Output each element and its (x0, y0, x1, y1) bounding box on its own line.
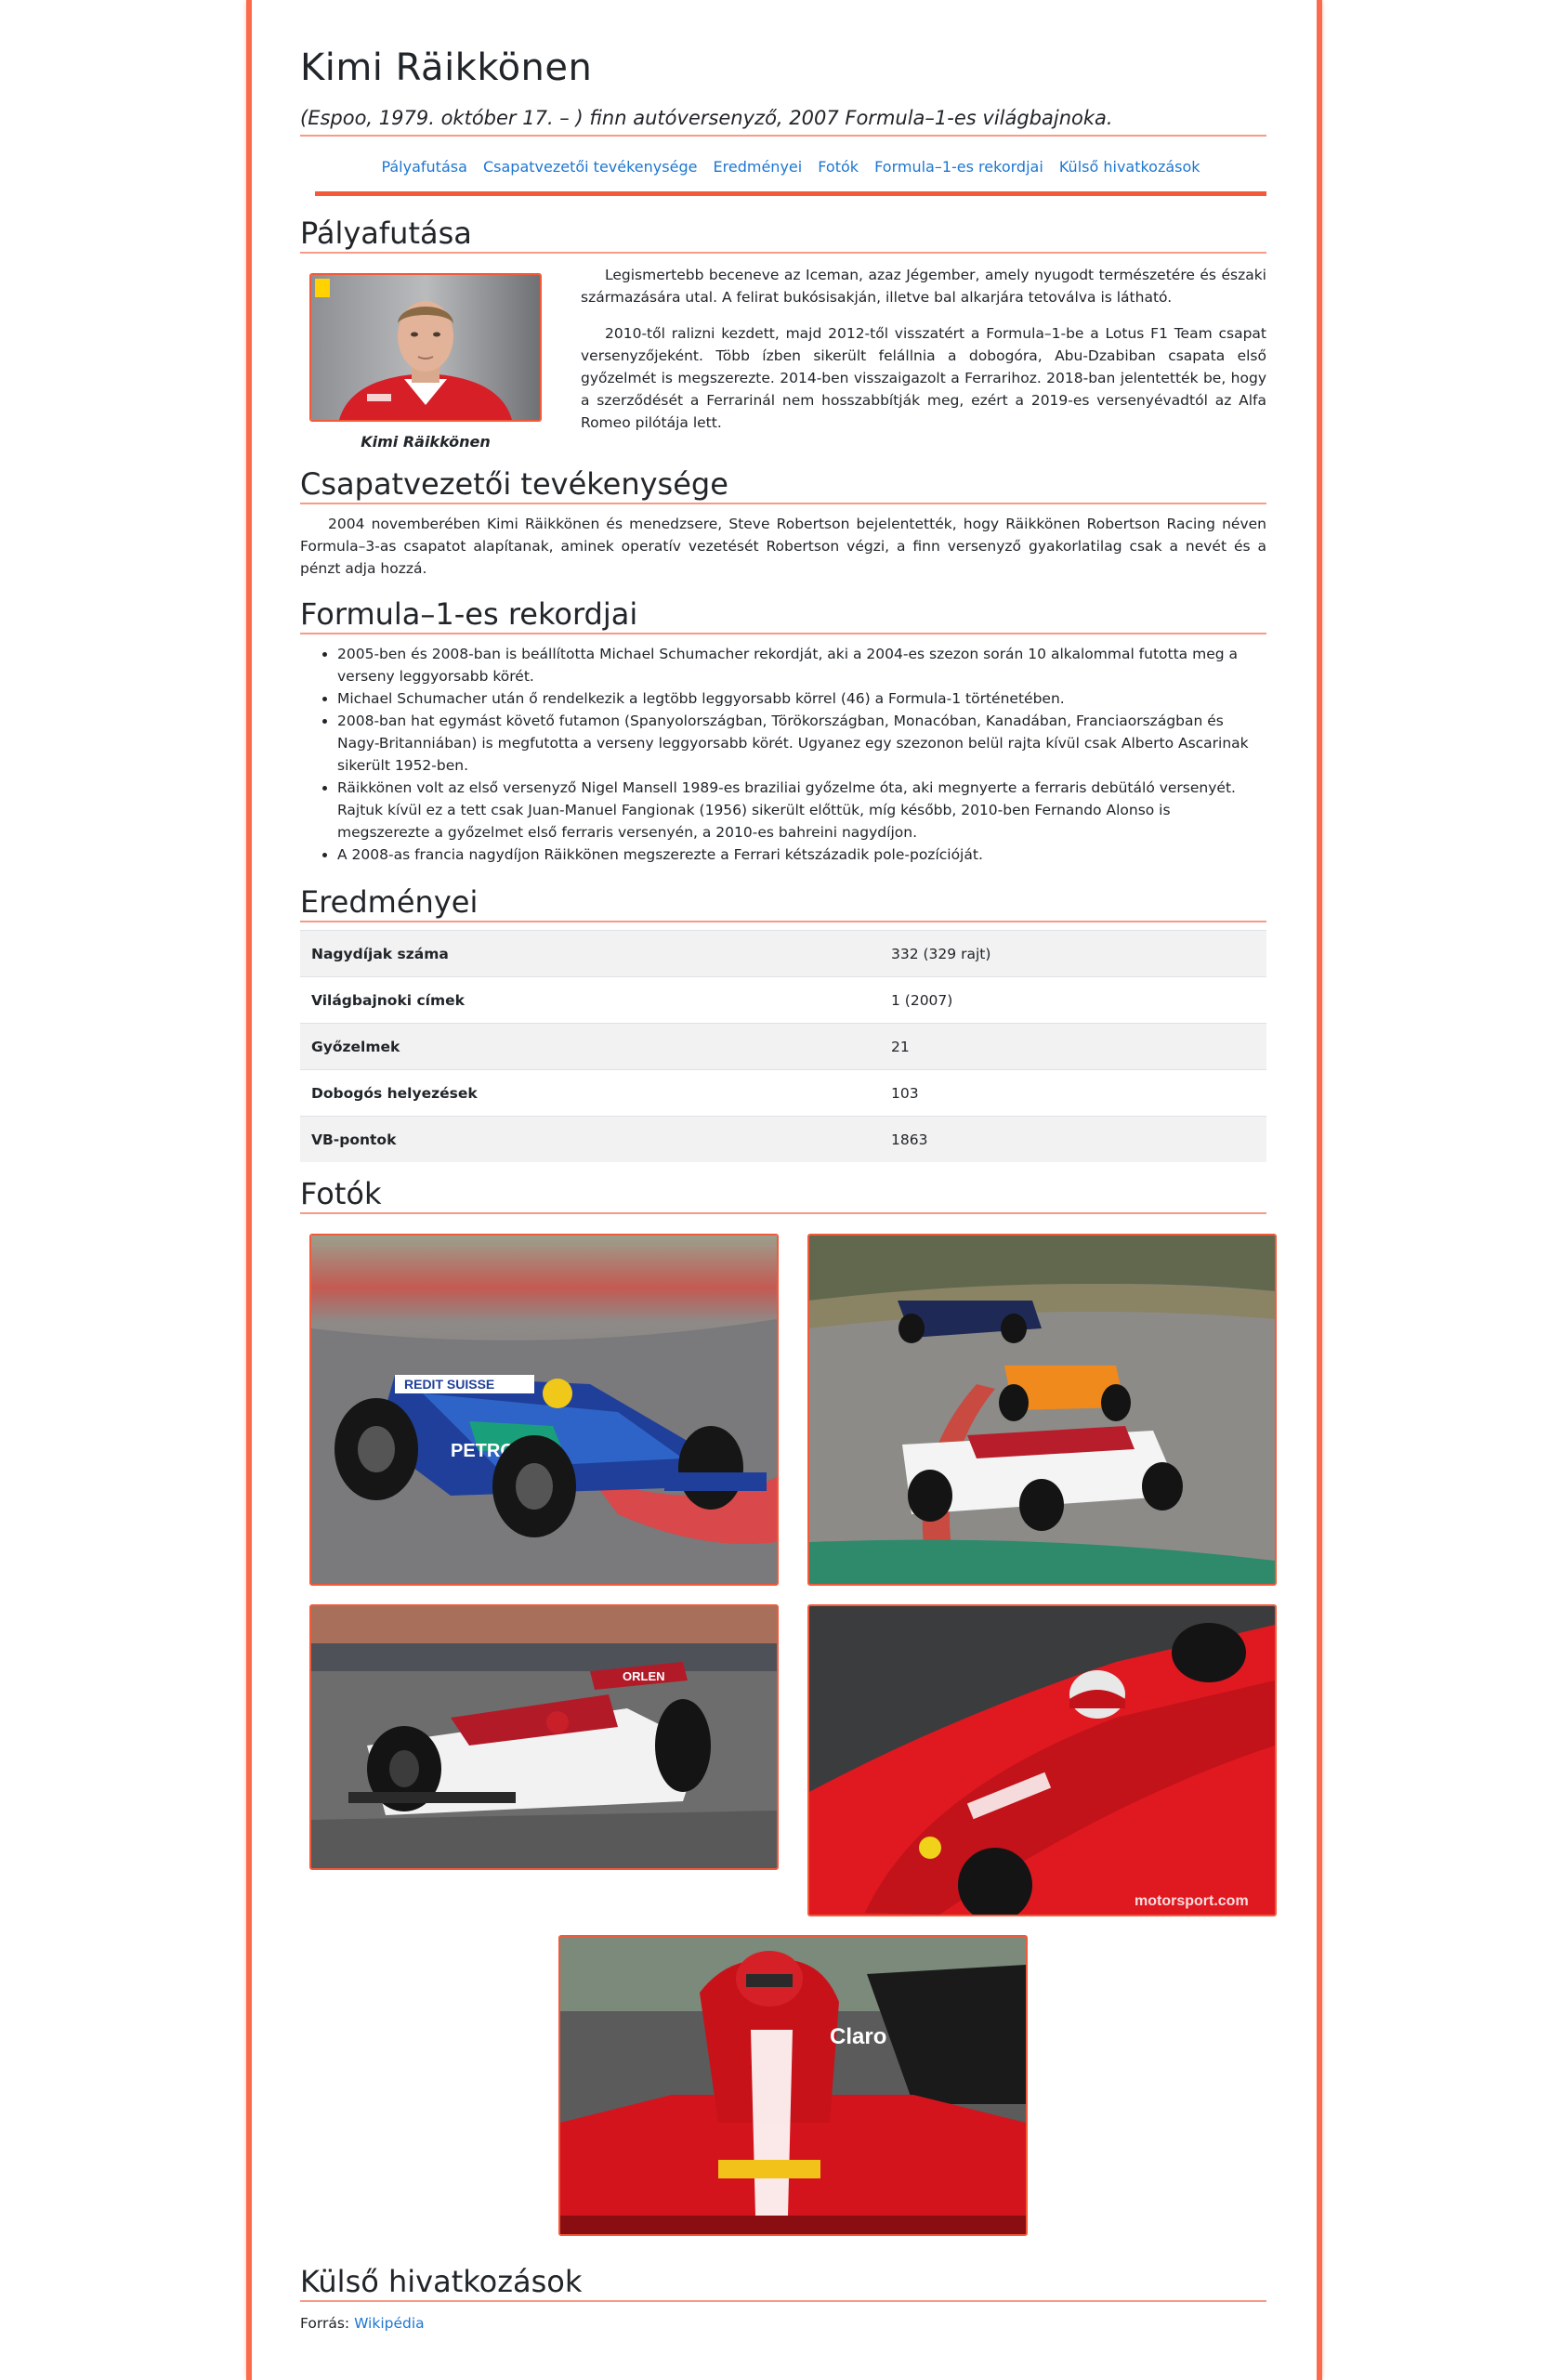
team-text: 2004 novemberében Kimi Räikkönen és mene… (300, 516, 1266, 577)
heading-records: Formula–1-es rekordjai (300, 596, 1266, 634)
photo-three-cars[interactable] (807, 1234, 1277, 1586)
nav-link-photos[interactable]: Fotók (818, 158, 859, 176)
nav-link-results[interactable]: Eredményei (714, 158, 803, 176)
result-label: VB-pontok (300, 1116, 880, 1162)
career-text: Legismertebb beceneve az Iceman, azaz Jé… (581, 264, 1266, 448)
page-subtitle: (Espoo, 1979. október 17. – ) finn autóv… (300, 107, 1266, 137)
portrait-image (309, 273, 542, 422)
table-row: VB-pontok 1863 (300, 1116, 1266, 1162)
result-value: 21 (880, 1023, 1266, 1070)
portrait-caption: Kimi Räikkönen (361, 433, 491, 451)
list-item: 2005-ben és 2008-ban is beállította Mich… (337, 643, 1266, 687)
photo-ferrari-front[interactable]: Claro (558, 1935, 1028, 2236)
section-nav: Pályafutása Csapatvezetői tevékenysége E… (315, 158, 1266, 196)
table-row: Világbajnoki címek 1 (2007) (300, 976, 1266, 1024)
table-row: Dobogós helyezések 103 (300, 1069, 1266, 1117)
records-list: 2005-ben és 2008-ban is beállította Mich… (300, 643, 1266, 866)
photo-sauber[interactable]: REDIT SUISSE PETRONAS (309, 1234, 779, 1586)
result-value: 1863 (880, 1116, 1266, 1162)
result-value: 103 (880, 1069, 1266, 1117)
sponsor-text: Claro (830, 2024, 886, 2049)
page-container: Kimi Räikkönen (Espoo, 1979. október 17.… (246, 0, 1322, 2380)
nav-link-links[interactable]: Külső hivatkozások (1059, 158, 1200, 176)
heading-photos: Fotók (300, 1176, 1266, 1214)
list-item: 2008-ban hat egymást követő futamon (Spa… (337, 710, 1266, 777)
list-item: Räikkönen volt az első versenyző Nigel M… (337, 777, 1266, 843)
table-row: Nagydíjak száma 332 (329 rajt) (300, 930, 1266, 977)
heading-links: Külső hivatkozások (300, 2264, 1266, 2302)
career-paragraph: 2010-től ralizni kezdett, majd 2012-től … (581, 325, 1266, 431)
result-label: Győzelmek (300, 1023, 880, 1070)
source-link[interactable]: Wikipédia (354, 2315, 425, 2332)
career-paragraph: Legismertebb beceneve az Iceman, azaz Jé… (581, 267, 1266, 306)
result-label: Nagydíjak száma (300, 930, 880, 977)
list-item: Michael Schumacher után ő rendelkezik a … (337, 687, 1266, 710)
nav-link-career[interactable]: Pályafutása (381, 158, 466, 176)
result-value: 332 (329 rajt) (880, 930, 1266, 977)
result-label: Dobogós helyezések (300, 1069, 880, 1117)
result-value: 1 (2007) (880, 976, 1266, 1024)
source-line: Forrás: Wikipédia (300, 2315, 425, 2332)
heading-results: Eredményei (300, 884, 1266, 922)
page-title: Kimi Räikkönen (300, 46, 593, 89)
table-row: Győzelmek 21 (300, 1023, 1266, 1070)
photo-alfa-romeo[interactable]: ORLEN (309, 1604, 779, 1870)
results-table: Nagydíjak száma 332 (329 rajt) Világbajno… (300, 930, 1266, 1162)
photo-watermark: motorsport.com (1135, 1893, 1249, 1909)
heading-team: Csapatvezetői tevékenysége (300, 466, 1266, 504)
sponsor-text: ORLEN (623, 1669, 665, 1683)
heading-career: Pályafutása (300, 216, 1266, 254)
nav-link-team[interactable]: Csapatvezetői tevékenysége (483, 158, 697, 176)
result-label: Világbajnoki címek (300, 976, 880, 1024)
source-label: Forrás: (300, 2315, 350, 2332)
photo-ferrari-2007[interactable]: motorsport.com (807, 1604, 1277, 1916)
sponsor-text: REDIT SUISSE (404, 1377, 494, 1392)
list-item: A 2008-as francia nagydíjon Räikkönen me… (337, 843, 1266, 866)
nav-link-records[interactable]: Formula–1-es rekordjai (874, 158, 1043, 176)
